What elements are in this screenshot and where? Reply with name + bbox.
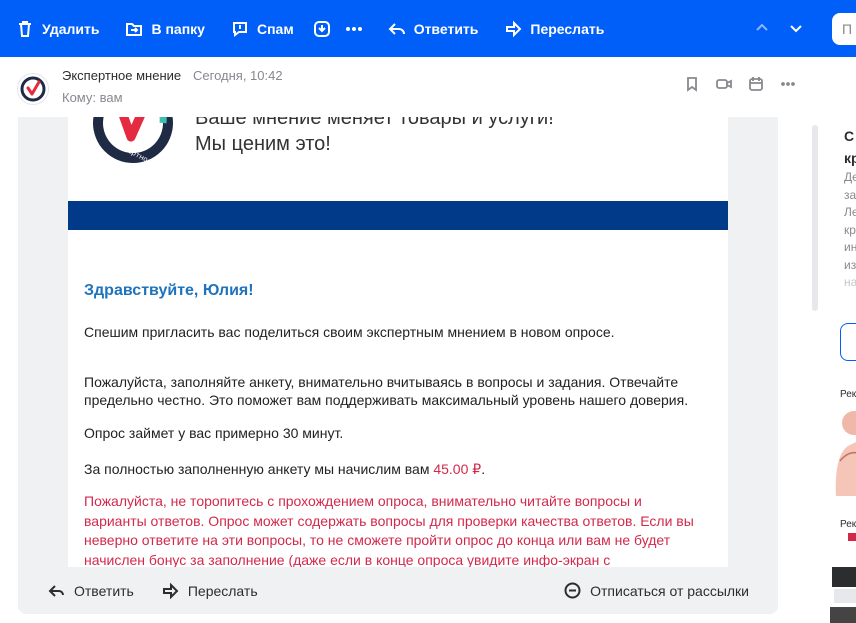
folder-move-icon [126, 22, 143, 36]
message-header: Экспертное мнение Сегодня, 10:42 Кому: в… [0, 57, 800, 117]
calendar-icon [749, 77, 763, 91]
promo-text-line: за [844, 187, 856, 202]
header-band [68, 201, 728, 230]
tagline: Ваше мнение меняет товары и услуги! Мы ц… [195, 117, 554, 157]
forward-icon [162, 582, 179, 599]
video-icon [716, 79, 732, 89]
toolbar: Удалить В папку Спам Ответить Переслать … [0, 0, 856, 57]
reward-amount: 45.00 ₽ [433, 461, 482, 477]
previous-message-button[interactable] [746, 10, 778, 46]
delete-button[interactable]: Удалить [6, 11, 109, 47]
promo-text-line: ин [844, 240, 856, 254]
greeting: Здравствуйте, Юлия! [84, 282, 254, 299]
paragraph-instructions: Пожалуйста, заполняйте анкету, вниматель… [84, 374, 689, 408]
reply-button[interactable]: Ответить [378, 11, 489, 47]
tagline-line-2: Мы ценим это! [195, 133, 331, 155]
reply-icon [388, 22, 405, 35]
tagline-line-1: Ваше мнение меняет товары и услуги! [195, 117, 554, 129]
sender-avatar[interactable] [17, 73, 49, 105]
spam-icon [232, 21, 247, 37]
unsubscribe-label: Отписаться от рассылки [590, 582, 749, 599]
more-actions-button[interactable] [338, 11, 370, 47]
promo-button[interactable] [840, 323, 856, 361]
message-date: Сегодня, 10:42 [193, 68, 283, 83]
promo-text-line: Ле [844, 205, 856, 219]
calendar-button[interactable] [740, 73, 772, 95]
more-icon [781, 82, 795, 86]
bottom-forward-button[interactable]: Переслать [162, 582, 258, 599]
bottom-reply-button[interactable]: Ответить [48, 582, 134, 599]
bookmark-icon [687, 77, 697, 92]
recipient[interactable]: Кому: вам [62, 90, 123, 105]
ad-image-2[interactable] [828, 527, 856, 623]
bookmark-button[interactable] [676, 73, 708, 95]
ad-image-1[interactable] [828, 401, 856, 496]
reward-prefix: За полностью заполненную анкету мы начис… [84, 461, 434, 477]
minus-circle-icon [564, 582, 581, 599]
unsubscribe-button[interactable]: Отписаться от рассылки [564, 582, 749, 599]
move-to-folder-button[interactable]: В папку [115, 11, 215, 47]
bottom-reply-label: Ответить [74, 582, 134, 599]
check-logo-icon [20, 76, 46, 102]
forward-label: Переслать [530, 20, 605, 37]
promo-text-line: Де [844, 170, 856, 184]
next-message-button[interactable] [780, 10, 812, 46]
promo-title-line-2: кр [844, 150, 856, 166]
promo-text-line: на [844, 275, 856, 289]
more-icon [345, 26, 362, 31]
trash-icon [19, 20, 31, 37]
sidebar-scrollbar[interactable] [812, 125, 818, 311]
paragraph-duration: Опрос займет у вас примерно 30 минут. [84, 425, 344, 441]
forward-button[interactable]: Переслать [494, 11, 614, 47]
promo-title-line-1: С [844, 128, 855, 144]
reply-label: Ответить [413, 20, 479, 37]
download-box-icon [313, 20, 330, 37]
promo-title: С кр [844, 125, 856, 169]
email-body-area[interactable]: экспертное мнение Ваше мнение меняет тов… [18, 117, 778, 567]
spam-label: Спам [256, 20, 294, 37]
promo-text-line: кр [844, 222, 856, 237]
reward-suffix: . [481, 461, 486, 477]
ad-label-1: Рек [840, 389, 856, 400]
reply-icon [48, 585, 64, 597]
paragraph-invite: Спешим пригласить вас поделиться своим э… [84, 324, 615, 340]
search-input[interactable]: П [832, 13, 856, 45]
right-sidebar: С кр Де за Ле кр ин из на Рек Рек [800, 57, 856, 623]
email-content: экспертное мнение Ваше мнение меняет тов… [68, 117, 728, 567]
to-folder-label: В папку [151, 20, 205, 37]
chevron-down-icon [790, 25, 802, 33]
archive-button[interactable] [306, 11, 338, 47]
promo-text: Де за Ле кр ин из на [844, 169, 856, 292]
expert-opinion-logo: экспертное мнение [93, 117, 179, 173]
promo-text-line: из [844, 257, 856, 272]
sender-name[interactable]: Экспертное мнение [62, 68, 181, 83]
spam-button[interactable]: Спам [221, 11, 304, 47]
bottom-action-bar: Ответить Переслать Отписаться от рассылк… [18, 567, 778, 614]
paragraph-warning: Пожалуйста, не торопитесь с прохождением… [84, 493, 694, 567]
video-call-button[interactable] [708, 73, 740, 95]
delete-label: Удалить [42, 20, 100, 37]
paragraph-reward: За полностью заполненную анкету мы начис… [84, 460, 704, 478]
chevron-up-icon [756, 23, 768, 31]
header-actions [676, 73, 804, 95]
forward-icon [506, 20, 522, 37]
bottom-forward-label: Переслать [187, 582, 258, 599]
